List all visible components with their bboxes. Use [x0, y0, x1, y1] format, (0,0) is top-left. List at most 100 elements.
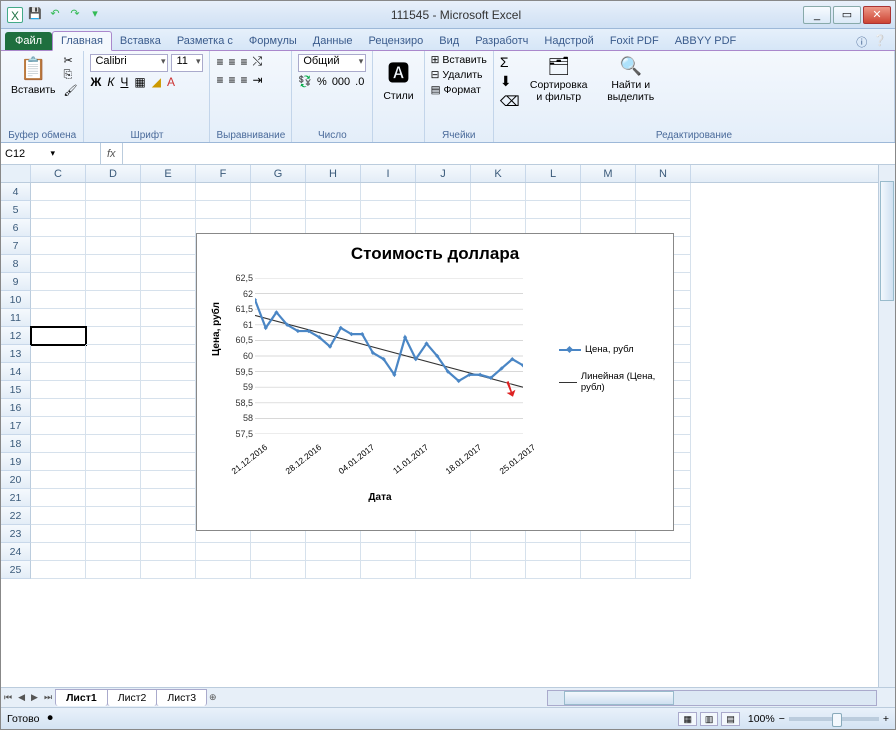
row-header-14[interactable]: 14: [1, 363, 31, 381]
align-top-icon[interactable]: ≡: [216, 55, 223, 69]
align-center-icon[interactable]: ≡: [229, 73, 236, 87]
row-header-12[interactable]: 12: [1, 327, 31, 345]
row-header-9[interactable]: 9: [1, 273, 31, 291]
row-header-24[interactable]: 24: [1, 543, 31, 561]
tab-dev[interactable]: Разработч: [467, 32, 536, 50]
cell-E24[interactable]: [141, 543, 196, 561]
cell-L4[interactable]: [526, 183, 581, 201]
row-header-5[interactable]: 5: [1, 201, 31, 219]
maximize-button[interactable]: ▭: [833, 6, 861, 24]
cell-D5[interactable]: [86, 201, 141, 219]
cell-C9[interactable]: [31, 273, 86, 291]
align-bot-icon[interactable]: ≡: [241, 55, 248, 69]
underline-button[interactable]: Ч: [120, 75, 128, 89]
row-header-6[interactable]: 6: [1, 219, 31, 237]
cell-C23[interactable]: [31, 525, 86, 543]
format-cells-label[interactable]: Формат: [444, 84, 481, 96]
cell-K4[interactable]: [471, 183, 526, 201]
row-header-19[interactable]: 19: [1, 453, 31, 471]
align-right-icon[interactable]: ≡: [241, 73, 248, 87]
cell-C20[interactable]: [31, 471, 86, 489]
macro-rec-icon[interactable]: ⏺: [47, 712, 52, 725]
zoom-in-icon[interactable]: +: [883, 713, 889, 725]
row-header-16[interactable]: 16: [1, 399, 31, 417]
cell-E16[interactable]: [141, 399, 196, 417]
col-header-D[interactable]: D: [86, 165, 141, 182]
row-header-11[interactable]: 11: [1, 309, 31, 327]
hscroll-thumb[interactable]: [564, 691, 674, 705]
copy-icon[interactable]: ⎘: [64, 69, 78, 82]
cell-K24[interactable]: [471, 543, 526, 561]
row-header-15[interactable]: 15: [1, 381, 31, 399]
file-tab[interactable]: Файл: [5, 32, 52, 50]
cell-I4[interactable]: [361, 183, 416, 201]
col-header-L[interactable]: L: [526, 165, 581, 182]
currency-icon[interactable]: 💱: [298, 75, 312, 88]
cell-L24[interactable]: [526, 543, 581, 561]
cell-C17[interactable]: [31, 417, 86, 435]
tab-layout[interactable]: Разметка с: [169, 32, 241, 50]
cell-E13[interactable]: [141, 345, 196, 363]
comma-icon[interactable]: 000: [332, 76, 350, 88]
horizontal-scrollbar[interactable]: [547, 690, 877, 706]
paste-button[interactable]: 📋 Вставить: [7, 54, 60, 98]
row-header-7[interactable]: 7: [1, 237, 31, 255]
row-header-23[interactable]: 23: [1, 525, 31, 543]
cell-C25[interactable]: [31, 561, 86, 579]
cell-N25[interactable]: [636, 561, 691, 579]
row-header-8[interactable]: 8: [1, 255, 31, 273]
save-icon[interactable]: 💾: [27, 7, 43, 23]
cell-C8[interactable]: [31, 255, 86, 273]
col-header-M[interactable]: M: [581, 165, 636, 182]
cell-D8[interactable]: [86, 255, 141, 273]
cell-D23[interactable]: [86, 525, 141, 543]
format-painter-icon[interactable]: 🖌: [64, 84, 78, 97]
cell-G5[interactable]: [251, 201, 306, 219]
cell-F4[interactable]: [196, 183, 251, 201]
cell-D21[interactable]: [86, 489, 141, 507]
cell-E19[interactable]: [141, 453, 196, 471]
cell-C10[interactable]: [31, 291, 86, 309]
cell-D24[interactable]: [86, 543, 141, 561]
row-header-10[interactable]: 10: [1, 291, 31, 309]
cell-E14[interactable]: [141, 363, 196, 381]
col-header-I[interactable]: I: [361, 165, 416, 182]
tab-data[interactable]: Данные: [305, 32, 361, 50]
cell-D9[interactable]: [86, 273, 141, 291]
cell-E21[interactable]: [141, 489, 196, 507]
cell-I24[interactable]: [361, 543, 416, 561]
cell-C6[interactable]: [31, 219, 86, 237]
row-header-13[interactable]: 13: [1, 345, 31, 363]
row-header-4[interactable]: 4: [1, 183, 31, 201]
cell-C22[interactable]: [31, 507, 86, 525]
tab-formulas[interactable]: Формулы: [241, 32, 305, 50]
col-header-K[interactable]: K: [471, 165, 526, 182]
tab-view[interactable]: Вид: [431, 32, 467, 50]
cell-D12[interactable]: [86, 327, 141, 345]
cell-E25[interactable]: [141, 561, 196, 579]
sheet-tab-2[interactable]: Лист2: [107, 689, 158, 706]
col-header-J[interactable]: J: [416, 165, 471, 182]
cell-C11[interactable]: [31, 309, 86, 327]
delete-cells-label[interactable]: Удалить: [442, 69, 482, 81]
cell-D13[interactable]: [86, 345, 141, 363]
cell-E22[interactable]: [141, 507, 196, 525]
cell-C7[interactable]: [31, 237, 86, 255]
fill-icon[interactable]: ⬇: [500, 73, 520, 90]
orient-icon[interactable]: ⤭: [253, 54, 263, 69]
cell-D18[interactable]: [86, 435, 141, 453]
tab-addins[interactable]: Надстрой: [536, 32, 601, 50]
embedded-chart[interactable]: Стоимость доллара Цена, рубл 57,55858,55…: [196, 233, 674, 531]
cell-J5[interactable]: [416, 201, 471, 219]
ribbon-min-icon[interactable]: ⓘ: [856, 34, 867, 50]
cell-E5[interactable]: [141, 201, 196, 219]
row-header-21[interactable]: 21: [1, 489, 31, 507]
cell-F5[interactable]: [196, 201, 251, 219]
cell-C13[interactable]: [31, 345, 86, 363]
redo-icon[interactable]: ↷: [67, 7, 83, 23]
insert-cells-label[interactable]: Вставить: [442, 54, 487, 66]
indent-icon[interactable]: ⇥: [253, 73, 263, 87]
delete-cells-icon[interactable]: ⊟: [431, 69, 440, 81]
cell-N4[interactable]: [636, 183, 691, 201]
cell-D6[interactable]: [86, 219, 141, 237]
